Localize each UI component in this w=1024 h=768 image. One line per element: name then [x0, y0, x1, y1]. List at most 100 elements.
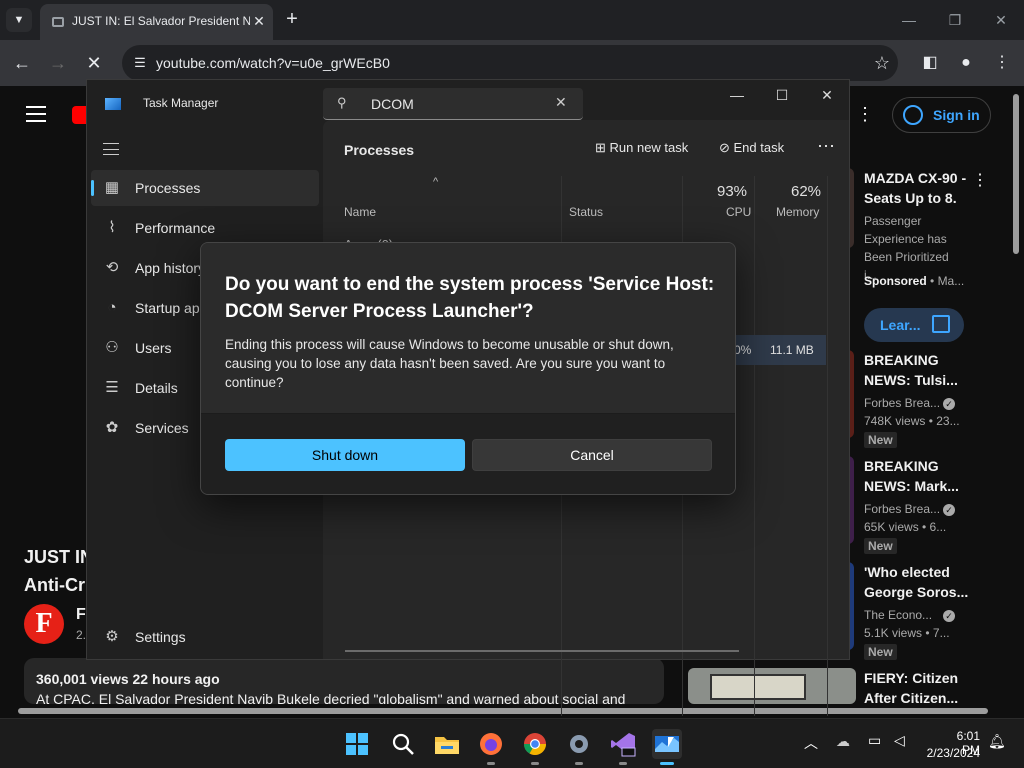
- scrollbar-thumb[interactable]: [18, 708, 988, 714]
- url-text[interactable]: youtube.com/watch?v=u0e_grWEcB0: [156, 55, 390, 71]
- active-indicator: [660, 762, 674, 765]
- running-indicator: [487, 762, 495, 765]
- end-task-button[interactable]: ⊘ End task: [719, 140, 784, 156]
- thumbnail-screen: [710, 674, 806, 700]
- window-title: Task Manager: [143, 96, 219, 110]
- task-manager-icon: [655, 736, 679, 752]
- mouse-cursor-icon: [668, 737, 674, 747]
- profile-icon[interactable]: ●: [952, 49, 980, 77]
- sort-chevron-icon[interactable]: ^: [433, 176, 438, 188]
- stop-loading-icon[interactable]: ✕: [80, 49, 108, 77]
- file-explorer-button[interactable]: [432, 729, 462, 759]
- notification-bell-icon[interactable]: 🔔︎: [988, 733, 1006, 750]
- recommended-video[interactable]: 'Who elected George Soros... The Econo..…: [846, 562, 1020, 662]
- site-info-icon[interactable]: ☰: [130, 53, 150, 73]
- column-divider: [754, 176, 755, 716]
- start-button[interactable]: [342, 729, 372, 759]
- tab-search-button[interactable]: ▼: [6, 8, 32, 32]
- search-input[interactable]: ⚲ DCOM ✕: [323, 88, 583, 120]
- youtube-settings-icon[interactable]: ⋮: [856, 104, 874, 125]
- description-text: At CPAC, El Salvador President Nayib Buk…: [36, 691, 626, 704]
- external-link-icon: [932, 315, 950, 333]
- ad-sponsor-line: Sponsored • Ma...: [864, 274, 964, 288]
- show-hidden-icons-chevron-icon[interactable]: ︿: [804, 733, 818, 753]
- scrollbar-thumb[interactable]: [1013, 94, 1019, 254]
- window-minimize-button[interactable]: —: [894, 8, 924, 32]
- ad-menu-icon[interactable]: ⋮: [972, 170, 988, 190]
- search-icon: ⚲: [337, 95, 347, 110]
- browser-menu-icon[interactable]: ⋮: [988, 49, 1016, 77]
- back-arrow-icon[interactable]: ←: [8, 49, 36, 77]
- nav-performance[interactable]: ⌇ Performance: [91, 210, 319, 246]
- tm-horizontal-scrollbar[interactable]: [345, 650, 739, 652]
- sponsored-label: Sponsored: [864, 274, 927, 288]
- rec-views: 748K views • 23...: [864, 414, 960, 428]
- side-panel-icon[interactable]: ◧: [916, 49, 944, 77]
- chrome-button[interactable]: [520, 729, 550, 765]
- rec-title: BREAKING NEWS: Tulsi...: [864, 352, 958, 388]
- tm-minimize-button[interactable]: —: [722, 84, 752, 106]
- tm-maximize-button[interactable]: ☐: [767, 84, 797, 106]
- visual-studio-button[interactable]: [608, 729, 638, 765]
- window-restore-button[interactable]: ❐: [940, 8, 970, 32]
- new-tab-button[interactable]: +: [280, 8, 304, 32]
- performance-icon: ⌇: [108, 219, 116, 236]
- running-indicator: [619, 762, 627, 765]
- column-status[interactable]: Status: [569, 205, 603, 219]
- rec-title: 'Who elected George Soros...: [864, 564, 969, 600]
- onedrive-offline-icon[interactable]: ☁: [836, 733, 850, 750]
- firefox-button[interactable]: [476, 729, 506, 765]
- recommended-video[interactable]: FIERY: Citizen After Citizen...: [850, 668, 1020, 708]
- row-memory: 11.1 MB: [770, 343, 814, 357]
- vertical-scrollbar[interactable]: [1008, 86, 1024, 706]
- more-options-icon[interactable]: ⋯: [817, 136, 835, 157]
- video-thumbnail[interactable]: [688, 668, 856, 704]
- column-cpu[interactable]: CPU: [726, 205, 751, 219]
- run-new-task-button[interactable]: ⊞ Run new task: [595, 140, 688, 156]
- sign-in-button[interactable]: Sign in: [892, 97, 991, 133]
- nav-processes[interactable]: ▦ Processes: [91, 170, 319, 206]
- tab-close-icon[interactable]: ✕: [250, 12, 268, 30]
- video-description[interactable]: 360,001 views 22 hours ago At CPAC, El S…: [24, 658, 664, 704]
- recommended-video[interactable]: BREAKING NEWS: Mark... Forbes Brea... ✓ …: [846, 456, 1020, 556]
- browser-tab-strip: ▼ JUST IN: El Salvador President Nayib ✕…: [0, 0, 1024, 40]
- windows-taskbar: ︿ ☁ ▭ ◁ 6:01 PM 2/23/2024 🔔︎: [0, 718, 1024, 768]
- hamburger-menu-icon[interactable]: [103, 143, 119, 155]
- memory-total: 62%: [791, 183, 822, 200]
- forward-arrow-icon[interactable]: →: [44, 49, 72, 77]
- network-icon[interactable]: ▭: [868, 732, 881, 749]
- shut-down-button[interactable]: Shut down: [225, 439, 465, 471]
- running-indicator: [575, 762, 583, 765]
- channel-avatar[interactable]: F: [24, 604, 64, 644]
- column-name[interactable]: Name: [344, 205, 376, 219]
- column-memory[interactable]: Memory: [776, 205, 819, 219]
- services-icon: ✿: [105, 419, 119, 436]
- task-manager-logo-icon: [105, 98, 121, 110]
- taskbar-search-button[interactable]: [388, 729, 418, 759]
- ad-card[interactable]: MAZDA CX-90 - Seats Up to 8. Passenger E…: [846, 168, 1020, 328]
- rec-title: BREAKING NEWS: Mark...: [864, 458, 959, 494]
- bookmark-star-icon[interactable]: ☆: [870, 51, 894, 75]
- clock-date[interactable]: 2/23/2024: [922, 746, 980, 760]
- address-bar[interactable]: ☰ youtube.com/watch?v=u0e_grWEcB0 ☆: [122, 45, 898, 81]
- cancel-button[interactable]: Cancel: [472, 439, 712, 471]
- volume-muted-icon[interactable]: ◁: [894, 732, 905, 749]
- browser-tab[interactable]: JUST IN: El Salvador President Nayib ✕: [40, 4, 273, 40]
- visual-studio-preview-icon: [611, 733, 636, 757]
- horizontal-scrollbar[interactable]: [0, 704, 1024, 718]
- learn-more-button[interactable]: Lear...: [864, 308, 964, 342]
- nav-settings[interactable]: ⚙ Settings: [91, 619, 319, 655]
- task-manager-taskbar-button[interactable]: [652, 729, 682, 765]
- search-icon: [392, 733, 414, 755]
- window-close-button[interactable]: ✕: [986, 8, 1016, 32]
- settings-button[interactable]: [564, 729, 594, 765]
- details-icon: ☰: [105, 379, 119, 396]
- search-value[interactable]: DCOM: [371, 96, 414, 112]
- recommended-video[interactable]: BREAKING NEWS: Tulsi... Forbes Brea... ✓…: [846, 350, 1020, 450]
- clear-search-icon[interactable]: ✕: [555, 94, 567, 111]
- new-badge: New: [864, 644, 897, 660]
- youtube-menu-icon[interactable]: [26, 106, 46, 122]
- account-icon: [903, 105, 923, 125]
- tm-close-button[interactable]: ✕: [812, 84, 842, 106]
- rec-views: 65K views • 6...: [864, 520, 947, 534]
